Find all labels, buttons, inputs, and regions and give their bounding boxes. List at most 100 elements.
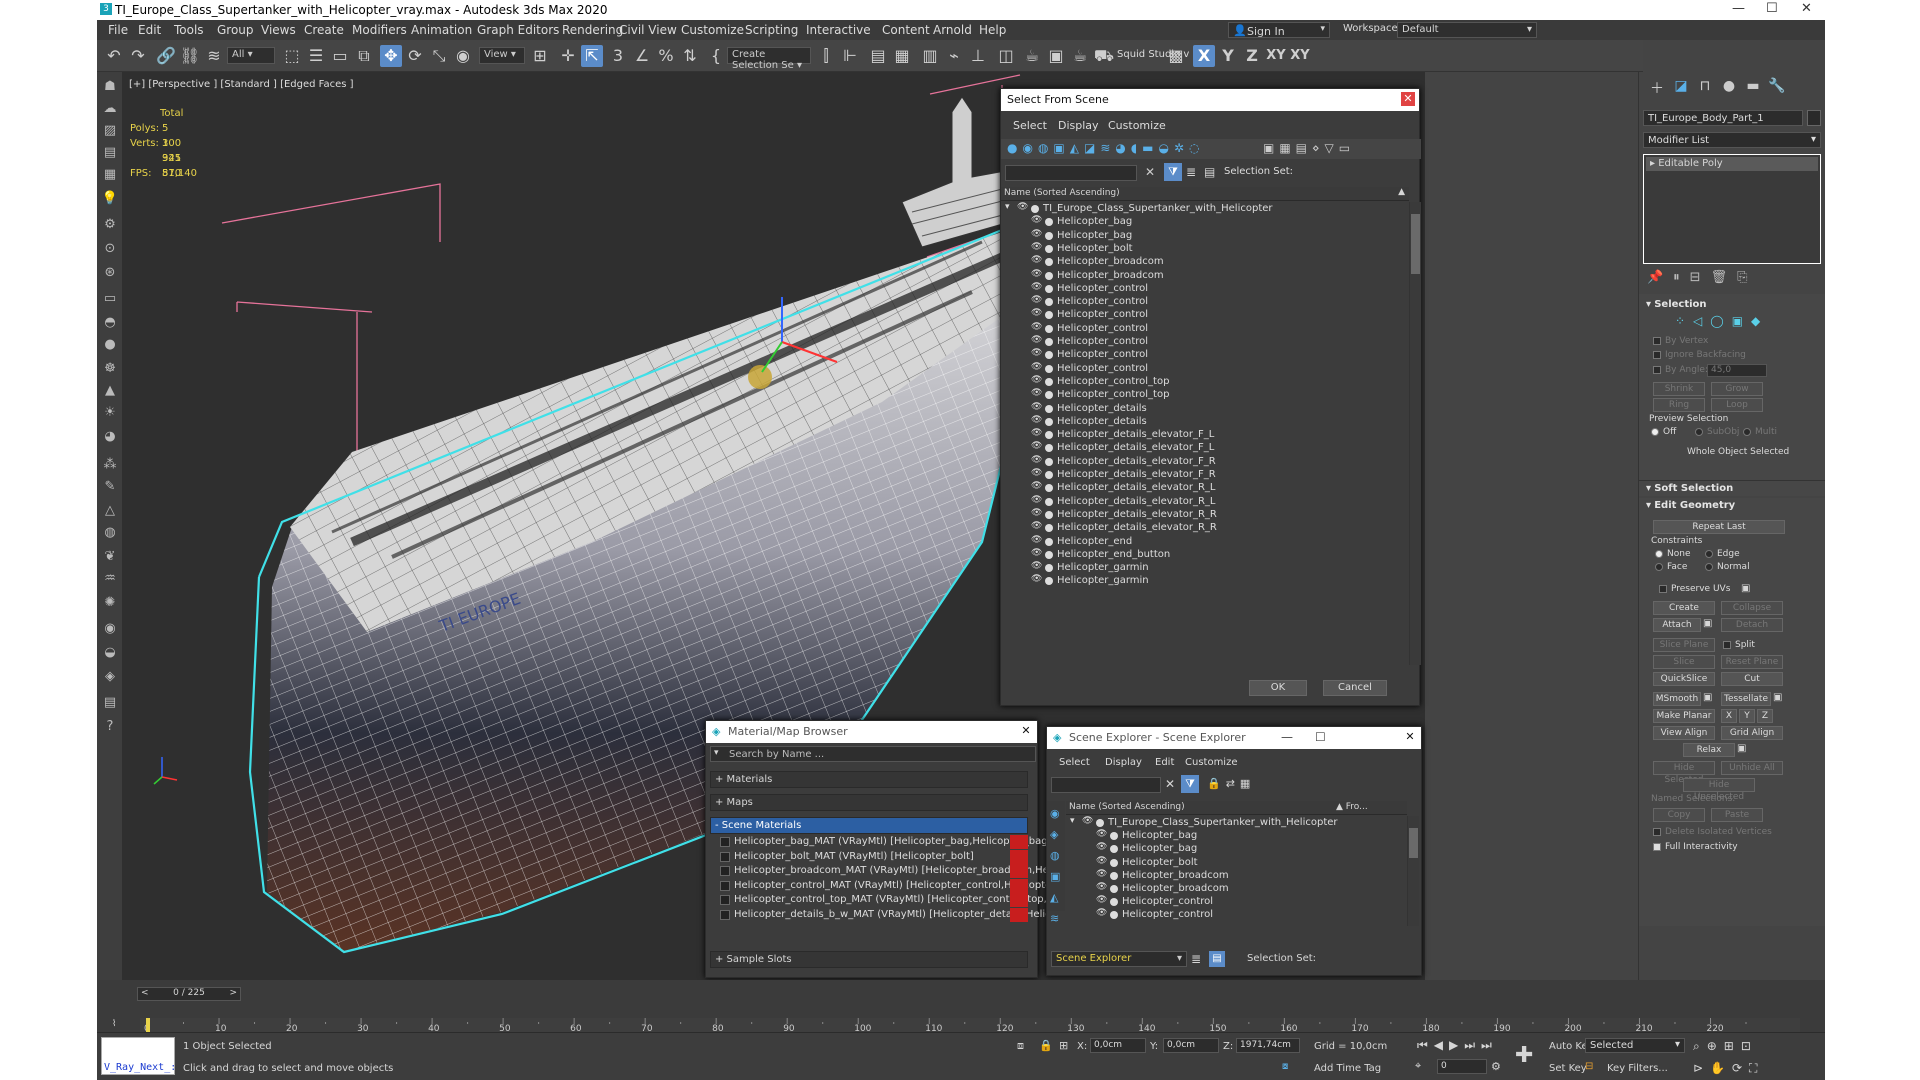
layers-icon[interactable]: ≣ [1186, 165, 1196, 179]
percent-snap-icon[interactable]: % [655, 45, 677, 67]
snaps-3d-icon[interactable]: 3 [607, 45, 629, 67]
paste-button[interactable]: Paste [1711, 808, 1763, 822]
visibility-eye-icon[interactable]: 👁 [1031, 282, 1042, 292]
undo-icon[interactable]: ↶ [103, 45, 125, 67]
soft-selection-title[interactable]: Soft Selection [1646, 483, 1733, 494]
tree-root-row[interactable]: 👁 TI_Europe_Class_Supertanker_with_Helico… [1001, 202, 1409, 215]
visibility-eye-icon[interactable]: 👁 [1096, 829, 1107, 839]
cut-button[interactable]: Cut [1721, 672, 1783, 686]
edit-named-sets-icon[interactable]: { [705, 45, 727, 67]
close-icon[interactable]: ✕ [1019, 724, 1033, 738]
planar-x-button[interactable]: X [1721, 709, 1737, 723]
helper-icon[interactable]: ⊙ [101, 240, 119, 258]
spacewarp-icon[interactable]: ⊛ [101, 264, 119, 282]
script-icon[interactable]: ▤ [101, 694, 119, 712]
mmb-section-maps[interactable]: + Maps [710, 794, 1028, 811]
planar-z-button[interactable]: Z [1757, 709, 1773, 723]
constraint-normal-radio[interactable] [1705, 563, 1713, 571]
time-config-icon[interactable]: ⚙ [1491, 1060, 1501, 1073]
visibility-eye-icon[interactable]: 👁 [1017, 202, 1028, 212]
visibility-eye-icon[interactable]: 👁 [1031, 308, 1042, 318]
full-interactivity-checkbox[interactable] [1653, 843, 1661, 851]
ribbon-icon[interactable]: ▥ [919, 45, 941, 67]
constraint-face-radio[interactable] [1655, 563, 1663, 571]
cancel-button[interactable]: Cancel [1323, 680, 1387, 696]
spinner-snap-icon[interactable]: ⇅ [679, 45, 701, 67]
expand-chevron-icon[interactable]: ▾ [1005, 202, 1010, 212]
select-object-icon[interactable]: ⬚ [281, 45, 303, 67]
visibility-eye-icon[interactable]: 👁 [1031, 415, 1042, 425]
axis-z-button[interactable]: Z [1241, 45, 1263, 67]
visibility-eye-icon[interactable]: 👁 [1031, 508, 1042, 518]
scale-icon[interactable]: ⤡ [428, 45, 450, 67]
prev-frame-icon[interactable]: < [141, 988, 149, 998]
material-editor-icon[interactable]: ◫ [995, 45, 1017, 67]
set-key-big-icon[interactable]: ✚ [1515, 1043, 1533, 1068]
detach-button[interactable]: Detach [1721, 618, 1783, 632]
menu-interactive[interactable]: Interactive [806, 23, 871, 37]
absolute-mode-icon[interactable]: ⊞ [1059, 1039, 1068, 1052]
vray-sphere-icon[interactable]: ◉ [101, 620, 119, 638]
display-icons[interactable]: ▣▦▤⋄▽▭ [1263, 141, 1355, 155]
named-selection-dropdown[interactable]: Create Selection Se ▾ [727, 47, 811, 71]
current-frame-marker[interactable] [146, 1018, 150, 1032]
z-coord-field[interactable]: 1971,74cm [1236, 1038, 1300, 1053]
pivot-icon[interactable]: ⊞ [529, 45, 551, 67]
maximize-icon[interactable]: ☐ [1315, 730, 1326, 744]
vray-proxy-icon[interactable]: ◈ [101, 668, 119, 686]
hierarchy-tab-icon[interactable]: ⊓ [1695, 78, 1715, 98]
align-icon[interactable]: ⊩ [839, 45, 861, 67]
preserve-uvs-checkbox[interactable] [1659, 585, 1667, 593]
menu-views[interactable]: Views [261, 23, 296, 37]
mmb-section-scene-materials[interactable]: - Scene Materials [710, 817, 1028, 834]
tessellate-settings-icon[interactable]: ▣ [1773, 692, 1782, 703]
visibility-eye-icon[interactable]: 👁 [1031, 561, 1042, 571]
visibility-eye-icon[interactable]: 👁 [1031, 521, 1042, 531]
help-icon[interactable]: ? [101, 718, 119, 736]
visibility-eye-icon[interactable]: 👁 [1031, 348, 1042, 358]
rendered-frame-icon[interactable]: ▣ [1045, 45, 1067, 67]
tree-row[interactable]: 👁 Helicopter_control_top [1001, 388, 1409, 401]
paint-icon[interactable]: ✎ [101, 478, 119, 496]
light-icon[interactable]: 💡 [101, 190, 119, 208]
tree-row[interactable]: 👁 Helicopter_bag [1066, 842, 1407, 855]
render-production-icon[interactable]: ☕ [1069, 45, 1091, 67]
mmb-section-sample-slots[interactable]: + Sample Slots [710, 951, 1028, 968]
tree-row[interactable]: 👁 Helicopter_control_top [1001, 375, 1409, 388]
make-planar-button[interactable]: Make Planar [1653, 709, 1715, 723]
image-icon[interactable]: ▨ [101, 122, 119, 140]
scrollbar-thumb[interactable] [1411, 214, 1420, 274]
minimize-button[interactable]: — [1732, 1, 1745, 16]
se-tool-icons[interactable]: 🔒⇄▦ [1207, 777, 1255, 790]
tessellate-button[interactable]: Tessellate [1721, 692, 1771, 706]
tree-row[interactable]: 👁 Helicopter_broadcom [1001, 255, 1409, 268]
unlink-icon[interactable]: ⛓ [179, 45, 201, 67]
menu-animation[interactable]: Animation [411, 23, 472, 37]
visibility-eye-icon[interactable]: 👁 [1031, 548, 1042, 558]
close-icon[interactable]: ✕ [1403, 730, 1417, 744]
tree-row[interactable]: 👁 Helicopter_details [1001, 402, 1409, 415]
delete-isolated-checkbox[interactable] [1653, 828, 1661, 836]
sfs-scrollbar[interactable] [1409, 202, 1421, 665]
tree-root-row[interactable]: 👁 TI_Europe_Class_Supertanker_with_Helico… [1066, 816, 1407, 829]
tree-row[interactable]: 👁 Helicopter_control [1066, 895, 1407, 908]
quickslice-button[interactable]: QuickSlice [1653, 672, 1715, 686]
hide-unselected-button[interactable]: Hide Unselected [1683, 778, 1755, 802]
redo-icon[interactable]: ↷ [127, 45, 149, 67]
view-align-button[interactable]: View Align [1653, 726, 1715, 740]
msmooth-settings-icon[interactable]: ▣ [1703, 692, 1712, 703]
tree-row[interactable]: 👁 Helicopter_details_elevator_F_L [1001, 441, 1409, 454]
visibility-eye-icon[interactable]: 👁 [1096, 842, 1107, 852]
isolate-icon[interactable]: ⧈ [1017, 1039, 1024, 1053]
visibility-eye-icon[interactable]: 👁 [1096, 908, 1107, 918]
tree-row[interactable]: 👁 Helicopter_garmin [1001, 561, 1409, 574]
axis-x-button[interactable]: X [1193, 45, 1215, 67]
lock-icon[interactable]: 🔒 [1039, 1039, 1053, 1052]
menu-customize[interactable]: Customize [681, 23, 744, 37]
tree-row[interactable]: 👁 Helicopter_details_elevator_R_R [1001, 521, 1409, 534]
material-row[interactable]: Helicopter_control_top_MAT (VRayMtl) [He… [710, 893, 1107, 908]
filter-icon[interactable]: ⧩ [1164, 163, 1182, 181]
tree-row[interactable]: 👁 Helicopter_details_elevator_F_R [1001, 468, 1409, 481]
tree-row[interactable]: 👁 Helicopter_broadcom [1001, 269, 1409, 282]
tree-row[interactable]: 👁 Helicopter_bag [1001, 215, 1409, 228]
